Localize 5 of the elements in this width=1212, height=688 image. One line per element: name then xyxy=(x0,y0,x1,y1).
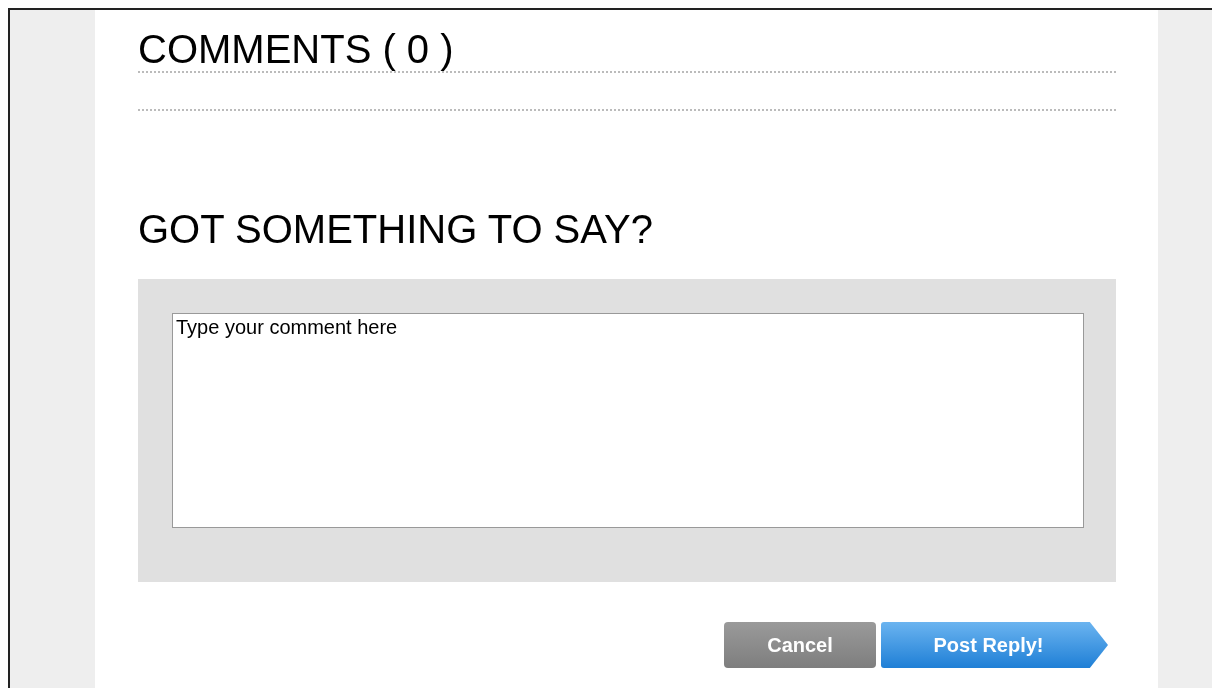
comment-field[interactable]: Type your comment here xyxy=(172,313,1084,528)
form-heading: GOT SOMETHING TO SAY? xyxy=(138,207,654,251)
comments-heading: COMMENTS ( 0 ) xyxy=(138,26,455,71)
post-reply-button[interactable]: Post Reply! xyxy=(881,622,1108,668)
cancel-button[interactable]: Cancel xyxy=(724,622,876,668)
